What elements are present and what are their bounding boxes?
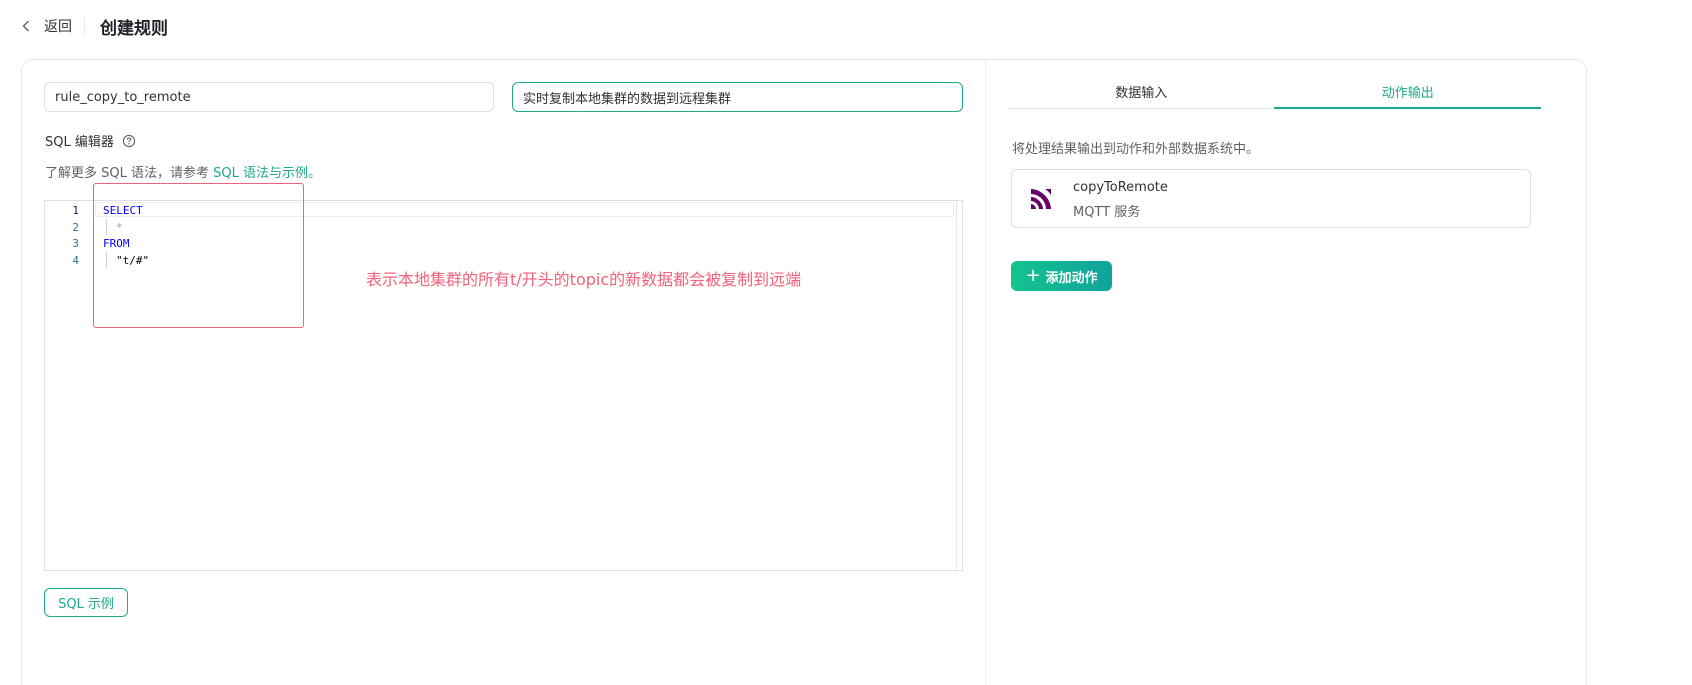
- annotation-text: 表示本地集群的所有t/开头的topic的新数据都会被复制到远端: [366, 270, 802, 289]
- annotation-highlight-box: [93, 183, 304, 328]
- sql-editor-label-text: SQL 编辑器: [45, 135, 114, 150]
- sql-syntax-link[interactable]: SQL 语法与示例。: [213, 166, 321, 181]
- add-action-button[interactable]: + 添加动作: [1011, 261, 1112, 291]
- top-bar: 返回 创建规则: [0, 0, 1692, 52]
- code-line: 2 *: [45, 219, 122, 236]
- page-title: 创建规则: [100, 19, 168, 39]
- line-number: 2: [72, 221, 79, 234]
- line-number: 3: [72, 237, 79, 250]
- plus-icon: +: [1025, 265, 1041, 286]
- sql-editor-label: SQL 编辑器: [45, 131, 136, 150]
- code-line: 4 "t/#": [45, 252, 149, 269]
- rule-description-input[interactable]: 实时复制本地集群的数据到远程集群: [512, 82, 963, 112]
- sql-hint-text: 了解更多 SQL 语法，请参考: [45, 166, 209, 181]
- add-action-label: 添加动作: [1045, 270, 1098, 286]
- code-line: 3 FROM: [45, 235, 129, 252]
- rule-description-value: 实时复制本地集群的数据到远程集群: [523, 91, 732, 107]
- line-number: 1: [72, 204, 79, 217]
- active-tab-indicator: [1274, 107, 1541, 109]
- action-card[interactable]: copyToRemote MQTT 服务: [1011, 169, 1531, 228]
- tab-data-input[interactable]: 数据输入: [1008, 74, 1275, 108]
- mqtt-icon: [1028, 186, 1054, 212]
- question-circle-icon[interactable]: [122, 134, 136, 148]
- back-label: 返回: [44, 19, 72, 35]
- action-name: copyToRemote: [1073, 180, 1168, 195]
- line-number: 4: [72, 254, 79, 267]
- code-line: 1 SELECT: [45, 202, 142, 219]
- sql-example-button[interactable]: SQL 示例: [44, 588, 128, 617]
- back-button[interactable]: 返回: [22, 15, 72, 37]
- panel-divider: [985, 60, 986, 685]
- rule-editor-card: rule_copy_to_remote 实时复制本地集群的数据到远程集群 SQL…: [21, 59, 1587, 685]
- rule-name-input[interactable]: rule_copy_to_remote: [44, 82, 494, 112]
- chevron-left-icon: [22, 15, 32, 37]
- editor-scrollbar[interactable]: [956, 201, 962, 570]
- output-description: 将处理结果输出到动作和外部数据系统中。: [1012, 142, 1260, 157]
- rule-name-value: rule_copy_to_remote: [55, 89, 191, 105]
- header-divider: [84, 18, 85, 34]
- action-type: MQTT 服务: [1073, 205, 1141, 220]
- rule-tabs: 数据输入 动作输出: [1008, 74, 1541, 109]
- sql-hint: 了解更多 SQL 语法，请参考 SQL 语法与示例。: [45, 162, 321, 181]
- tab-action-output[interactable]: 动作输出: [1275, 74, 1542, 108]
